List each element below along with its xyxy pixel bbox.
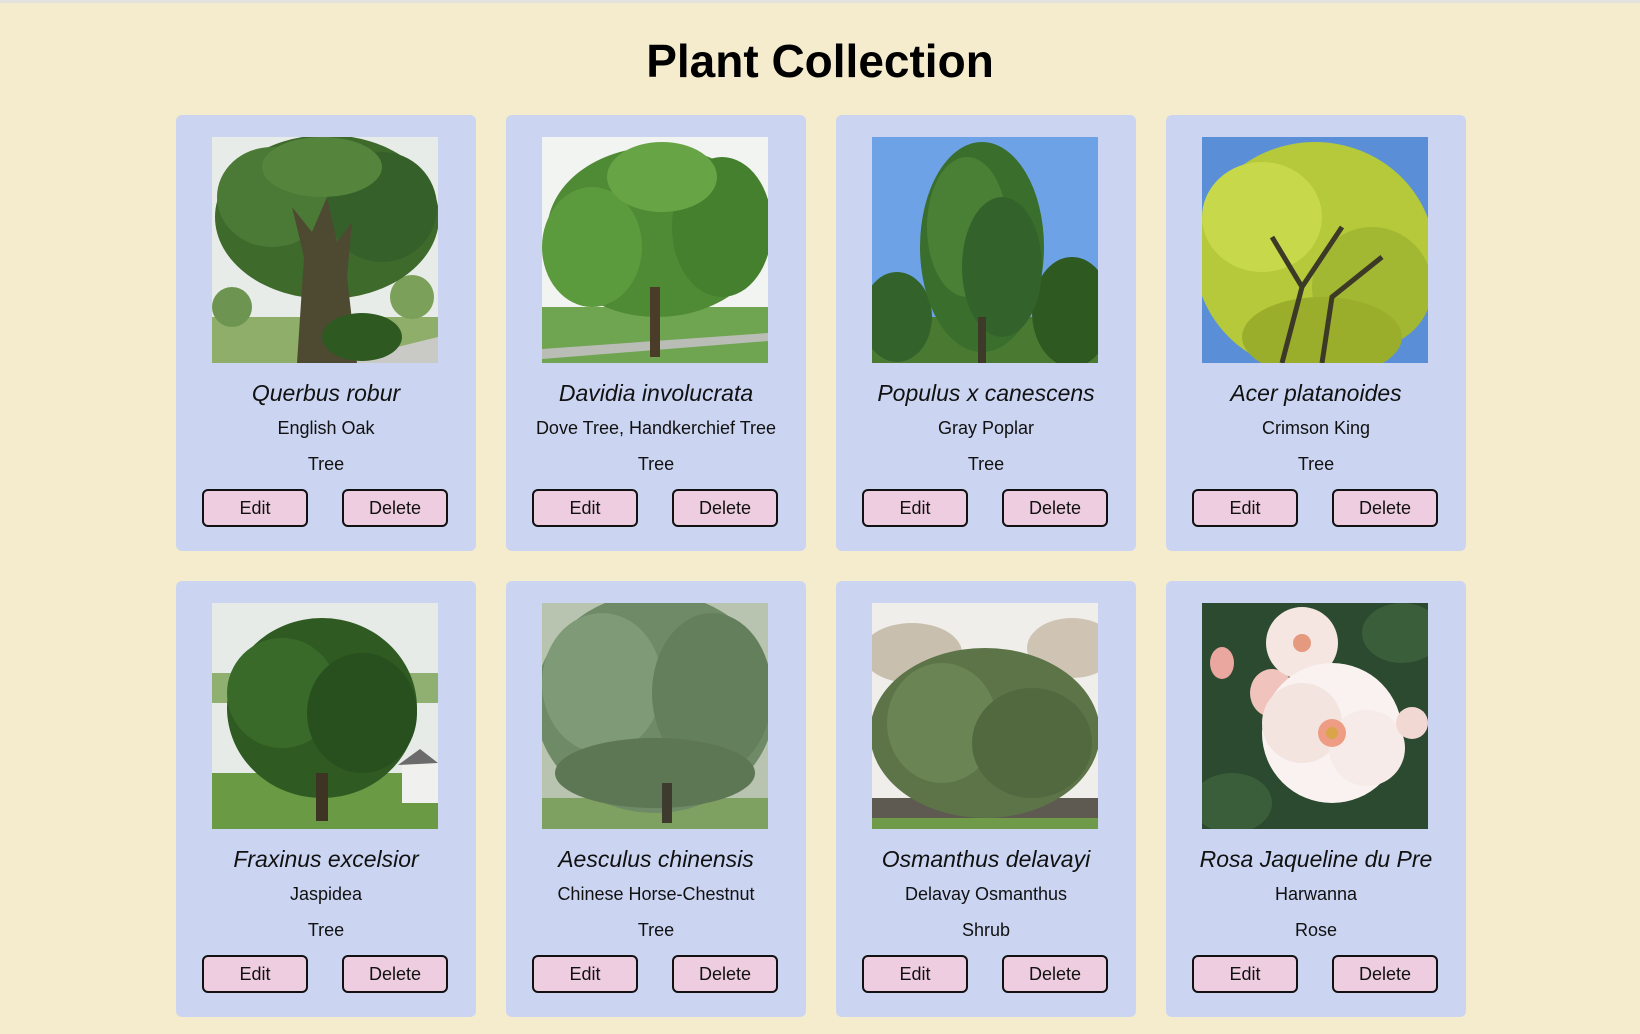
edit-button[interactable]: Edit xyxy=(202,955,308,993)
edit-button[interactable]: Edit xyxy=(202,489,308,527)
delete-button[interactable]: Delete xyxy=(672,955,778,993)
page-title: Plant Collection xyxy=(646,35,994,87)
plant-type: Tree xyxy=(637,454,675,474)
plant-grid: Querbus robur English Oak Tree Edit Dele… xyxy=(176,115,1466,1017)
common-name: Harwanna xyxy=(1274,884,1358,904)
delete-button[interactable]: Delete xyxy=(1332,489,1438,527)
edit-button[interactable]: Edit xyxy=(862,489,968,527)
edit-button[interactable]: Edit xyxy=(532,955,638,993)
common-name: English Oak xyxy=(277,418,375,438)
plant-type: Shrub xyxy=(961,920,1011,940)
plant-card: Aesculus chinensis Chinese Horse-Chestnu… xyxy=(506,581,806,1017)
delete-button[interactable]: Delete xyxy=(672,489,778,527)
plant-card: Acer platanoides Crimson King Tree Edit … xyxy=(1166,115,1466,551)
common-name: Delavay Osmanthus xyxy=(904,884,1068,904)
plant-type: Rose xyxy=(1294,920,1338,940)
plant-card: Populus x canescens Gray Poplar Tree Edi… xyxy=(836,115,1136,551)
plant-type: Tree xyxy=(307,920,345,940)
edit-button[interactable]: Edit xyxy=(532,489,638,527)
edit-button[interactable]: Edit xyxy=(1192,955,1298,993)
scientific-name: Querbus robur xyxy=(251,380,401,406)
delete-button[interactable]: Delete xyxy=(1332,955,1438,993)
plant-photo xyxy=(542,137,768,363)
horse-chestnut-image xyxy=(542,603,768,829)
plant-photo xyxy=(1202,603,1428,829)
oak-tree-image xyxy=(212,137,438,363)
common-name: Jaspidea xyxy=(289,884,363,904)
delete-button[interactable]: Delete xyxy=(1002,489,1108,527)
poplar-tree-image xyxy=(872,137,1098,363)
scientific-name: Acer platanoides xyxy=(1230,380,1402,406)
common-name: Gray Poplar xyxy=(937,418,1035,438)
edit-button[interactable]: Edit xyxy=(862,955,968,993)
delete-button[interactable]: Delete xyxy=(342,955,448,993)
scientific-name: Rosa Jaqueline du Pre xyxy=(1199,846,1433,872)
plant-card: Rosa Jaqueline du Pre Harwanna Rose Edit… xyxy=(1166,581,1466,1017)
delete-button[interactable]: Delete xyxy=(342,489,448,527)
plant-card: Osmanthus delavayi Delavay Osmanthus Shr… xyxy=(836,581,1136,1017)
plant-photo xyxy=(542,603,768,829)
osmanthus-shrub-image xyxy=(872,603,1098,829)
plant-card: Querbus robur English Oak Tree Edit Dele… xyxy=(176,115,476,551)
plant-photo xyxy=(212,603,438,829)
plant-type: Tree xyxy=(307,454,345,474)
scientific-name: Aesculus chinensis xyxy=(558,846,754,872)
edit-button[interactable]: Edit xyxy=(1192,489,1298,527)
scientific-name: Fraxinus excelsior xyxy=(233,846,419,872)
common-name: Dove Tree, Handkerchief Tree xyxy=(535,418,777,438)
scientific-name: Populus x canescens xyxy=(877,380,1095,406)
plant-photo xyxy=(1202,137,1428,363)
plant-photo xyxy=(872,137,1098,363)
scientific-name: Davidia involucrata xyxy=(558,380,754,406)
plant-photo xyxy=(872,603,1098,829)
plant-type: Tree xyxy=(637,920,675,940)
plant-card: Fraxinus excelsior Jaspidea Tree Edit De… xyxy=(176,581,476,1017)
delete-button[interactable]: Delete xyxy=(1002,955,1108,993)
plant-type: Tree xyxy=(967,454,1005,474)
common-name: Chinese Horse-Chestnut xyxy=(557,884,755,904)
white-rose-image xyxy=(1202,603,1428,829)
scientific-name: Osmanthus delavayi xyxy=(881,846,1091,872)
dove-tree-image xyxy=(542,137,768,363)
common-name: Crimson King xyxy=(1261,418,1371,438)
plant-type: Tree xyxy=(1297,454,1335,474)
ash-tree-image xyxy=(212,603,438,829)
plant-card: Davidia involucrata Dove Tree, Handkerch… xyxy=(506,115,806,551)
maple-tree-image xyxy=(1202,137,1428,363)
plant-photo xyxy=(212,137,438,363)
